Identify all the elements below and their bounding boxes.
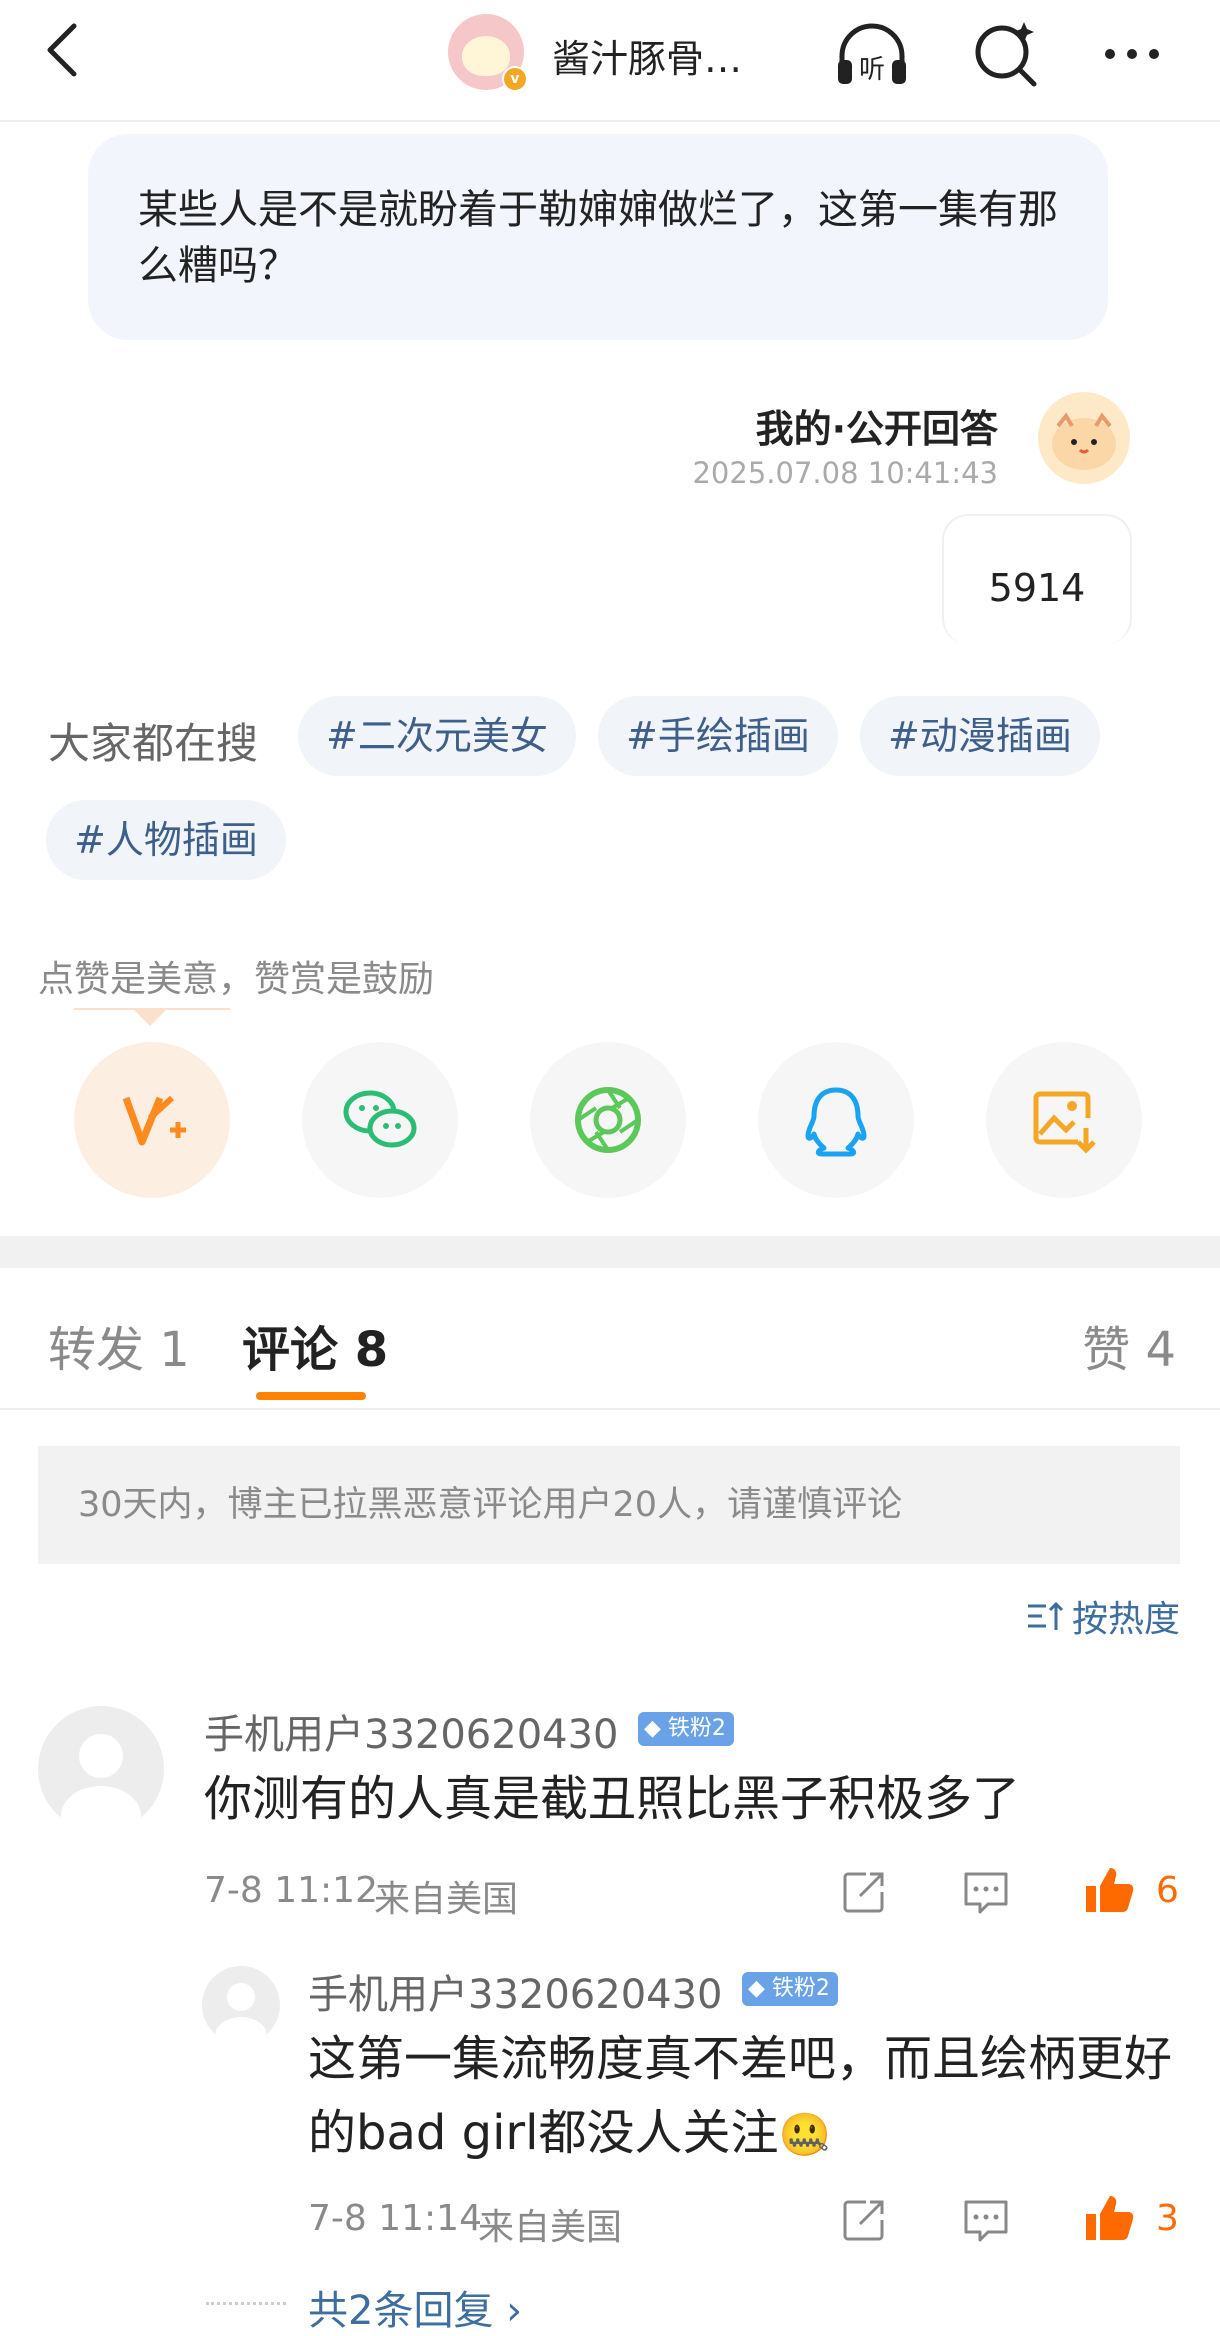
reply-text-tail: 的bad girl都没人关注 bbox=[308, 2105, 779, 2161]
tab-repost[interactable]: 转发 1 bbox=[48, 1310, 190, 1380]
back-icon[interactable] bbox=[36, 20, 96, 80]
reply-comment-icon[interactable] bbox=[958, 1864, 1014, 1920]
answer-avatar[interactable] bbox=[1038, 392, 1130, 484]
section-divider bbox=[0, 1236, 1220, 1268]
comment-notice: 30天内，博主已拉黑恶意评论用户20人，请谨慎评论 bbox=[38, 1446, 1180, 1564]
comment-time: 7-8 11:12 bbox=[204, 1870, 378, 1911]
answer-title: 我的·公开回答 bbox=[755, 407, 998, 451]
sort-label: 按热度 bbox=[1071, 1599, 1180, 1640]
fan-badge-label: 铁粉2 bbox=[771, 1976, 830, 2001]
question-bubble: 某些人是不是就盼着于勒婶婶做烂了，这第一集有那么糟吗？ bbox=[88, 134, 1108, 340]
share-reply-icon[interactable] bbox=[836, 2192, 892, 2248]
replies-dots bbox=[206, 2302, 286, 2305]
v-plus-icon[interactable] bbox=[74, 1042, 230, 1198]
moments-icon[interactable] bbox=[530, 1042, 686, 1198]
answer-bubble: 5914 bbox=[942, 514, 1132, 644]
search-icon[interactable] bbox=[964, 12, 1048, 96]
search-tag[interactable]: #人物插画 bbox=[46, 800, 286, 880]
reward-tip: 点赞是美意，赞赏是鼓励 bbox=[38, 959, 435, 1000]
more-replies-link[interactable]: 共2条回复 › bbox=[308, 2278, 522, 2336]
tab-comments[interactable]: 评论 8 bbox=[242, 1310, 388, 1380]
page-title[interactable]: 酱汁豚骨… bbox=[552, 28, 742, 83]
qq-icon[interactable] bbox=[758, 1042, 914, 1198]
reply-time: 7-8 11:14 bbox=[308, 2198, 482, 2239]
replier-name[interactable]: 手机用户3320620430 bbox=[308, 1962, 723, 2020]
more-icon[interactable] bbox=[1090, 12, 1174, 96]
comment-text: 你测有的人真是截丑照比黑子积极多了 bbox=[204, 1771, 1021, 1827]
sort-icon bbox=[1027, 1601, 1064, 1630]
reply-location: 来自美国 bbox=[478, 2207, 623, 2248]
sort-button[interactable]: 按热度 bbox=[1024, 1590, 1180, 1642]
search-tag[interactable]: #二次元美女 bbox=[298, 696, 576, 776]
reply-reply-icon[interactable] bbox=[958, 2192, 1014, 2248]
search-tag[interactable]: #手绘插画 bbox=[598, 696, 838, 776]
verified-badge: v bbox=[502, 66, 528, 92]
like-count: 6 bbox=[1156, 1870, 1179, 1911]
commenter-name[interactable]: 手机用户3320620430 bbox=[204, 1702, 619, 1760]
search-label: 大家都在搜 bbox=[48, 719, 259, 768]
share-comment-icon[interactable] bbox=[836, 1864, 892, 1920]
replier-avatar[interactable] bbox=[202, 1966, 280, 2044]
answer-time: 2025.07.08 10:41:43 bbox=[692, 456, 998, 490]
svg-text:听: 听 bbox=[859, 55, 885, 85]
reply-text-line: 这第一集流畅度真不差吧，而且绘柄更好 bbox=[308, 2031, 1173, 2087]
reply-text-line-2: 的bad girl都没人关注🤐 bbox=[308, 2096, 1188, 2172]
search-tag[interactable]: #动漫插画 bbox=[860, 696, 1100, 776]
tabs-divider bbox=[0, 1408, 1220, 1410]
fan-badge: ◆ 铁粉2 bbox=[638, 1712, 734, 1746]
comment-location: 来自美国 bbox=[374, 1879, 519, 1920]
like-icon[interactable] bbox=[1080, 2190, 1136, 2246]
save-image-icon[interactable] bbox=[986, 1042, 1142, 1198]
tab-likes[interactable]: 赞 4 bbox=[1082, 1310, 1176, 1380]
like-count: 3 bbox=[1156, 2198, 1179, 2239]
commenter-avatar[interactable] bbox=[38, 1706, 164, 1832]
fan-badge: ◆ 铁粉2 bbox=[742, 1972, 838, 2006]
like-icon[interactable] bbox=[1080, 1862, 1136, 1918]
wechat-icon[interactable] bbox=[302, 1042, 458, 1198]
listen-icon[interactable]: 听 bbox=[830, 12, 914, 96]
tip-pointer bbox=[134, 1010, 166, 1026]
zipper-mouth-emoji: 🤐 bbox=[778, 2110, 831, 2159]
active-tab-indicator bbox=[256, 1392, 366, 1400]
fan-badge-label: 铁粉2 bbox=[667, 1716, 726, 1741]
reply-text: 这第一集流畅度真不差吧，而且绘柄更好 的bad girl都没人关注🤐 bbox=[308, 2022, 1188, 2172]
